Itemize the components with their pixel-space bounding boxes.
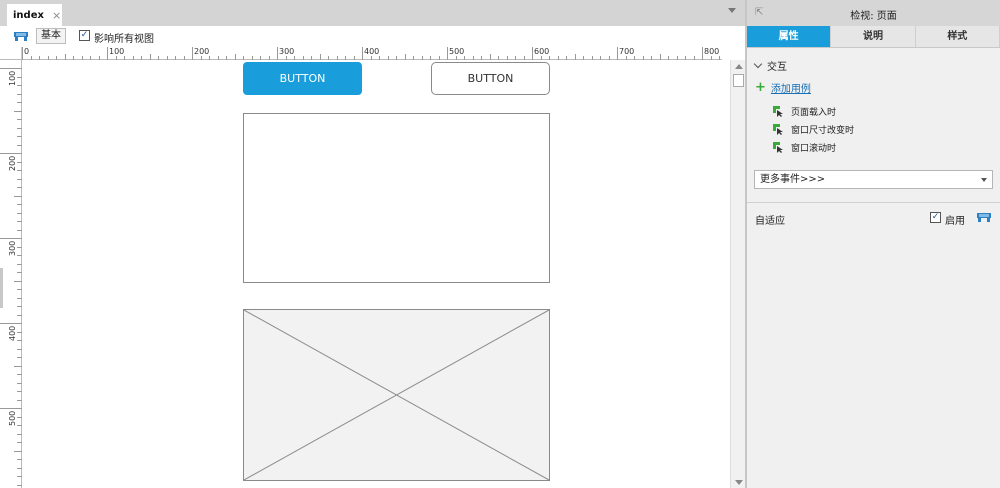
plus-icon: + [755, 79, 766, 95]
chevron-down-icon [981, 178, 987, 182]
tab-index[interactable]: index × [7, 4, 62, 26]
event-cursor-icon [773, 124, 783, 135]
interaction-section-title: 交互 [767, 62, 787, 73]
editor-area: index × 基本 ✓ 影响所有视图 0 100 200 300 400 500 600 7… [0, 0, 745, 488]
left-panel-collapse-handle[interactable] [0, 268, 3, 308]
more-events-dropdown[interactable]: 更多事件>>> [754, 170, 993, 189]
ruler-corner [0, 47, 22, 60]
tab-list-dropdown-icon[interactable] [728, 8, 736, 13]
enable-adaptive-label: 启用 [945, 216, 965, 227]
ruler-label: 800 [704, 47, 720, 56]
adaptive-label: 自适应 [755, 216, 785, 227]
scroll-up-icon[interactable] [735, 64, 743, 69]
chevron-down-icon [753, 59, 763, 69]
ruler-label: 500 [449, 47, 465, 56]
ruler-label: 0 [24, 47, 30, 56]
ruler-label: 200 [8, 155, 17, 171]
scroll-down-icon[interactable] [735, 480, 743, 485]
ruler-label: 300 [8, 240, 17, 256]
primary-button-widget[interactable]: BUTTON [243, 62, 362, 95]
more-events-label: 更多事件>>> [760, 174, 826, 185]
event-item-window-scroll[interactable]: 窗口滚动时 [773, 141, 836, 154]
event-item-window-resize[interactable]: 窗口尺寸改变时 [773, 123, 854, 136]
ruler-label: 400 [364, 47, 380, 56]
event-item-label: 窗口尺寸改变时 [791, 126, 855, 136]
enable-adaptive-checkbox[interactable]: ✓ [930, 212, 941, 223]
section-divider [747, 202, 1000, 203]
design-canvas[interactable]: BUTTON BUTTON [23, 61, 730, 488]
event-item-label: 页面载入时 [791, 108, 837, 118]
affect-all-views-label: 影响所有视图 [94, 34, 154, 45]
tab-index-label: index [13, 9, 44, 21]
ruler-label: 200 [194, 47, 210, 56]
close-icon[interactable]: × [52, 9, 61, 22]
adaptive-view-settings-icon[interactable] [977, 213, 991, 222]
image-placeholder-widget[interactable] [243, 309, 550, 481]
adaptive-view-bar: 基本 ✓ 影响所有视图 [0, 26, 745, 47]
inspector-tabs: 属性 说明 样式 [747, 26, 1000, 48]
base-view-button[interactable]: 基本 [36, 28, 66, 44]
interaction-section-header[interactable]: 交互 [753, 58, 787, 73]
affect-all-views-checkbox[interactable]: ✓ [79, 30, 90, 41]
tab-notes[interactable]: 说明 [831, 26, 916, 47]
tab-style[interactable]: 样式 [916, 26, 1000, 47]
add-case-label: 添加用例 [770, 84, 811, 95]
scroll-thumb[interactable] [733, 74, 744, 87]
ruler-label: 100 [8, 70, 17, 86]
event-item-label: 窗口滚动时 [791, 144, 837, 154]
ruler-label: 700 [619, 47, 635, 56]
secondary-button-widget[interactable]: BUTTON [431, 62, 550, 95]
event-item-page-load[interactable]: 页面载入时 [773, 105, 836, 118]
ruler-label: 400 [8, 325, 17, 341]
vertical-ruler: 100 200 300 400 500 [0, 60, 22, 488]
tab-properties[interactable]: 属性 [747, 26, 832, 47]
ruler-label: 100 [109, 47, 125, 56]
adaptive-view-icon[interactable] [14, 32, 28, 41]
ruler-label: 300 [279, 47, 295, 56]
inspector-title: 检视: 页面 [850, 11, 897, 22]
add-case-link[interactable]: + 添加用例 [755, 79, 811, 96]
vertical-scrollbar[interactable] [730, 60, 745, 488]
inspector-header: ⇱ 检视: 页面 [747, 0, 1000, 26]
event-cursor-icon [773, 142, 783, 153]
ruler-label: 500 [8, 410, 17, 426]
ruler-label: 600 [534, 47, 550, 56]
inspector-panel: ⇱ 检视: 页面 属性 说明 样式 交互 + 添加用例 页面载入时 窗口尺寸改变… [747, 0, 1000, 488]
rectangle-widget[interactable] [243, 113, 550, 283]
document-tab-bar: index × [0, 0, 745, 26]
event-cursor-icon [773, 106, 783, 117]
horizontal-ruler: 0 100 200 300 400 500 600 700 800 [22, 47, 722, 60]
placeholder-cross-icon [244, 310, 549, 480]
